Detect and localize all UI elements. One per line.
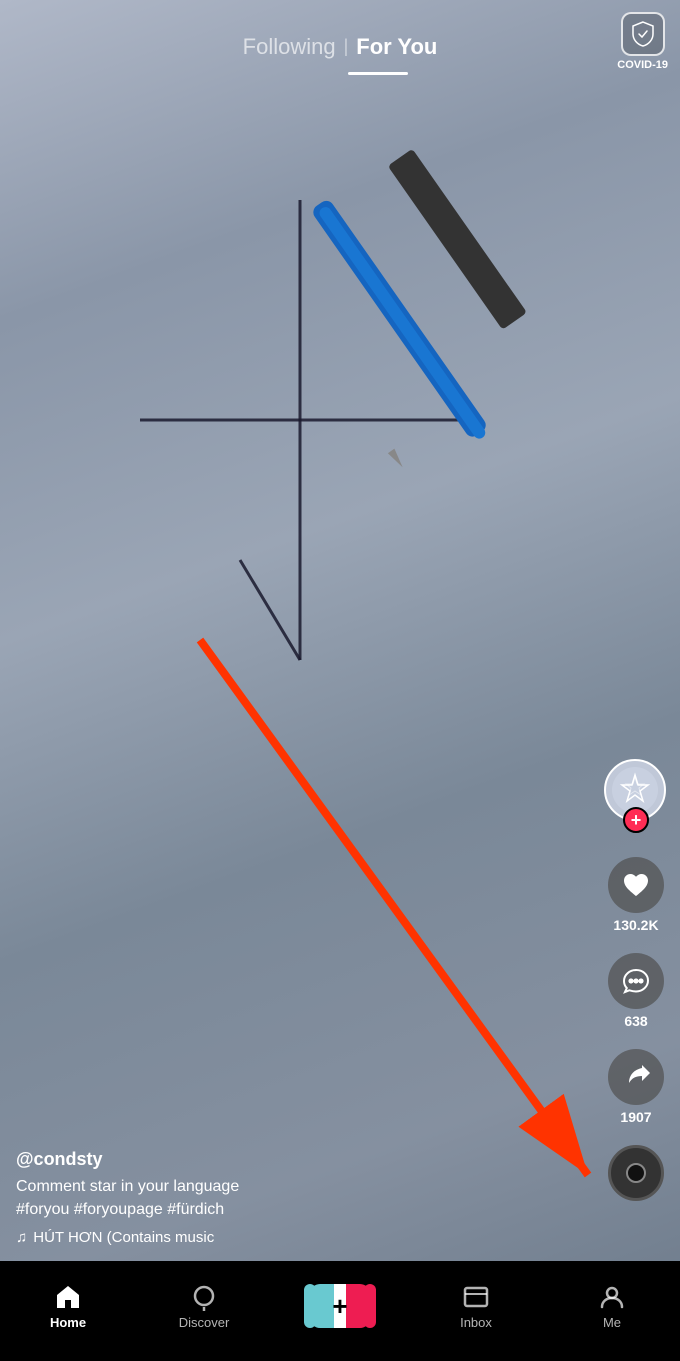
- inbox-icon: [462, 1283, 490, 1311]
- comment-count: 638: [624, 1013, 647, 1029]
- nav-divider: |: [344, 36, 349, 57]
- me-icon: [598, 1283, 626, 1311]
- like-icon-circle: [608, 857, 664, 913]
- discover-icon: [190, 1283, 218, 1311]
- music-disc-inner: [626, 1163, 646, 1183]
- right-actions-panel: + 130.2K 638: [604, 759, 668, 1201]
- share-count: 1907: [620, 1109, 651, 1125]
- comment-icon-circle: [608, 953, 664, 1009]
- like-count: 130.2K: [613, 917, 658, 933]
- covid-label: COVID-19: [617, 59, 668, 71]
- me-label: Me: [603, 1315, 621, 1330]
- plus-icon: +: [332, 1291, 347, 1322]
- discover-label: Discover: [179, 1315, 230, 1330]
- video-description: Comment star in your language #foryou #f…: [16, 1176, 590, 1221]
- share-action[interactable]: 1907: [608, 1049, 664, 1125]
- follow-plus-button[interactable]: +: [623, 807, 649, 833]
- like-action[interactable]: 130.2K: [608, 857, 664, 933]
- nav-create[interactable]: +: [300, 1284, 380, 1328]
- covid-badge[interactable]: COVID-19: [617, 12, 668, 71]
- covid-shield-icon: [621, 12, 665, 56]
- top-navigation: Following | For You: [0, 0, 680, 83]
- creator-avatar[interactable]: +: [604, 759, 668, 833]
- foryou-tab[interactable]: For You: [356, 34, 437, 60]
- video-info: @condsty Comment star in your language #…: [16, 1149, 590, 1246]
- music-text: HÚT HƠN (Contains music: [33, 1229, 214, 1246]
- home-icon: [54, 1283, 82, 1311]
- creator-username[interactable]: @condsty: [16, 1149, 590, 1170]
- pen-drawing: [0, 80, 680, 780]
- inbox-label: Inbox: [460, 1315, 492, 1330]
- bottom-navigation: Home Discover + Inbox Me: [0, 1261, 680, 1361]
- nav-inbox[interactable]: Inbox: [436, 1283, 516, 1330]
- music-note-icon: ♫: [16, 1229, 27, 1246]
- home-label: Home: [50, 1315, 86, 1330]
- music-info[interactable]: ♫ HÚT HƠN (Contains music: [16, 1229, 590, 1246]
- nav-me[interactable]: Me: [572, 1283, 652, 1330]
- comment-action[interactable]: 638: [608, 953, 664, 1029]
- create-button[interactable]: +: [310, 1284, 370, 1328]
- music-disc[interactable]: [608, 1145, 664, 1201]
- share-icon-circle: [608, 1049, 664, 1105]
- active-tab-indicator: [348, 72, 408, 75]
- following-tab[interactable]: Following: [243, 34, 336, 60]
- nav-home[interactable]: Home: [28, 1283, 108, 1330]
- nav-discover[interactable]: Discover: [164, 1283, 244, 1330]
